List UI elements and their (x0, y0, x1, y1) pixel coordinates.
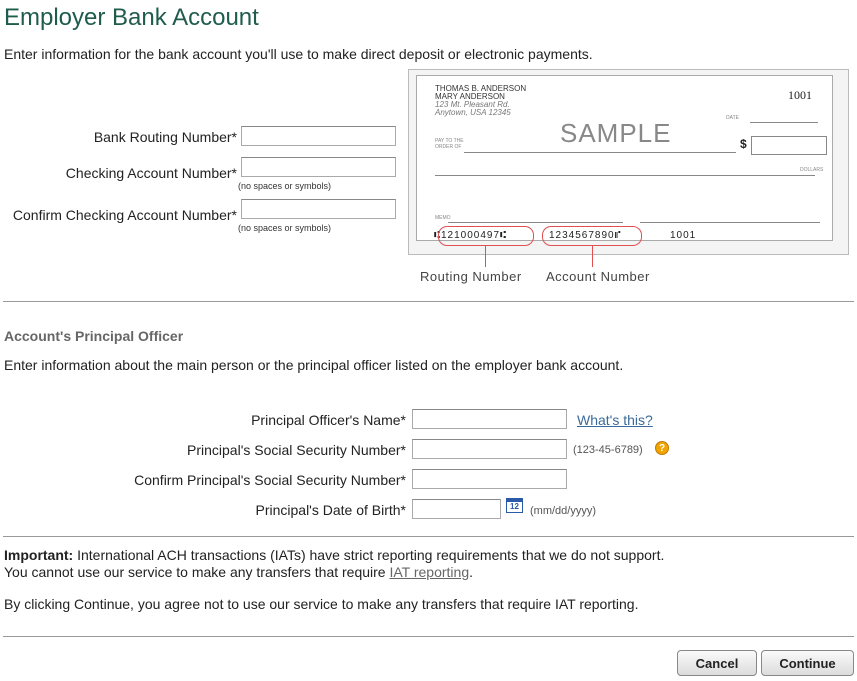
confirm-checking-label: Confirm Checking Account Number* (12, 207, 237, 223)
confirm-ssn-label: Confirm Principal's Social Security Numb… (134, 472, 406, 488)
sample-check-image: THOMAS B. ANDERSON MARY ANDERSON 123 Mt.… (408, 69, 849, 291)
iat-notice-text: International ACH transactions (IATs) ha… (77, 547, 665, 563)
check-memo-line (448, 222, 623, 223)
dob-label: Principal's Date of Birth* (255, 502, 406, 518)
check-memo-label: MEMO (435, 215, 451, 221)
dob-format-hint: (mm/dd/yyyy) (530, 505, 596, 517)
confirm-checking-input[interactable] (241, 199, 396, 219)
principal-ssn-label: Principal's Social Security Number* (187, 442, 406, 458)
principal-intro: Enter information about the main person … (4, 357, 624, 373)
check-micr-check: 1001 (670, 230, 697, 241)
routing-highlight-circle (438, 226, 534, 246)
checking-account-label: Checking Account Number* (65, 165, 237, 181)
routing-pointer-line (485, 245, 486, 267)
check-date-line (750, 122, 818, 123)
agreement-text: By clicking Continue, you agree not to u… (4, 596, 639, 612)
important-label: Important: (4, 547, 74, 563)
page-title: Employer Bank Account (4, 4, 259, 31)
routing-number-input[interactable] (241, 126, 396, 146)
check-dollars-line (435, 175, 815, 176)
check-signature-line (640, 222, 820, 223)
check-number: 1001 (788, 88, 812, 102)
principal-ssn-input[interactable] (412, 439, 567, 459)
section-divider (3, 636, 854, 637)
check-dollars-label: DOLLARS (800, 167, 824, 173)
account-number-caption: Account Number (546, 269, 650, 284)
principal-name-label: Principal Officer's Name* (251, 412, 406, 428)
dob-input[interactable] (412, 499, 501, 519)
check-sample-watermark: SAMPLE (560, 118, 672, 148)
account-pointer-line (592, 245, 593, 267)
routing-number-label: Bank Routing Number* (93, 129, 237, 145)
ssn-format-hint: (123-45-6789) (573, 444, 643, 456)
checking-account-input[interactable] (241, 157, 396, 177)
principal-name-input[interactable] (412, 409, 567, 429)
check-payto-line (464, 152, 736, 153)
check-amount-box (751, 136, 827, 155)
confirm-checking-hint: (no spaces or symbols) (238, 223, 332, 233)
check-owner: THOMAS B. ANDERSON MARY ANDERSON 123 Mt.… (435, 84, 527, 117)
routing-number-caption: Routing Number (420, 269, 522, 284)
page-intro: Enter information for the bank account y… (4, 46, 593, 62)
confirm-ssn-input[interactable] (412, 469, 567, 489)
help-icon[interactable]: ? (655, 441, 669, 455)
section-divider (3, 536, 854, 537)
principal-section-heading: Account's Principal Officer (4, 328, 184, 344)
cancel-button[interactable]: Cancel (677, 650, 757, 676)
continue-button[interactable]: Continue (761, 650, 854, 676)
check-payto-label: PAY TO THE ORDER OF (435, 138, 464, 150)
iat-reporting-link[interactable]: IAT reporting (389, 564, 469, 580)
section-divider (3, 301, 854, 302)
calendar-icon[interactable]: 12 (506, 498, 523, 513)
check-dollar-sign: $ (740, 137, 747, 151)
iat-notice-line2: You cannot use our service to make any t… (4, 564, 474, 580)
checking-account-hint: (no spaces or symbols) (238, 181, 332, 191)
account-highlight-circle (542, 226, 642, 246)
check-date-label: DATE (726, 115, 739, 121)
whats-this-link[interactable]: What's this? (577, 412, 653, 428)
iat-notice-line1: Important: International ACH transaction… (4, 547, 664, 563)
